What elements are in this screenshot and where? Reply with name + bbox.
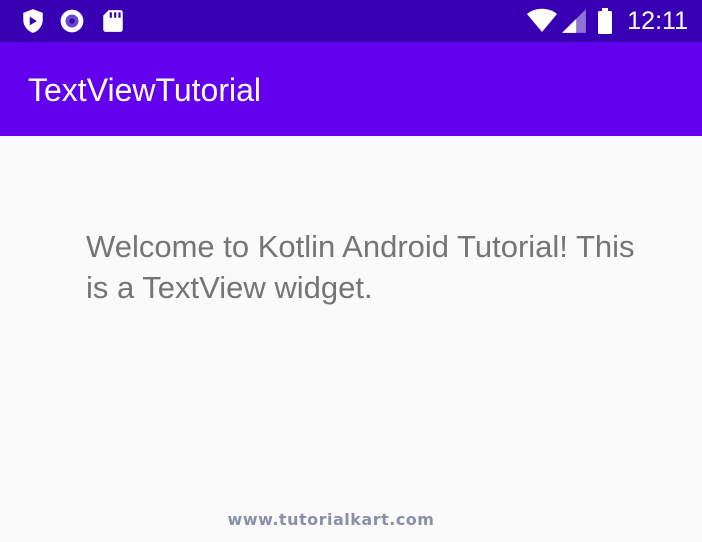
status-clock: 12:11	[627, 7, 688, 35]
shield-icon	[20, 8, 46, 34]
sd-card-icon	[100, 8, 126, 34]
record-icon	[59, 8, 85, 34]
app-bar: TextViewTutorial	[0, 42, 702, 136]
text-view-widget: Welcome to Kotlin Android Tutorial! This…	[86, 229, 635, 305]
app-title: TextViewTutorial	[28, 72, 261, 108]
wifi-icon	[526, 8, 558, 34]
status-bar: 12:11	[0, 0, 702, 42]
main-content: Welcome to Kotlin Android Tutorial! This…	[0, 136, 702, 542]
battery-icon	[596, 8, 614, 34]
cell-signal-icon	[561, 8, 587, 34]
watermark: www.tutorialkart.com	[227, 510, 435, 529]
